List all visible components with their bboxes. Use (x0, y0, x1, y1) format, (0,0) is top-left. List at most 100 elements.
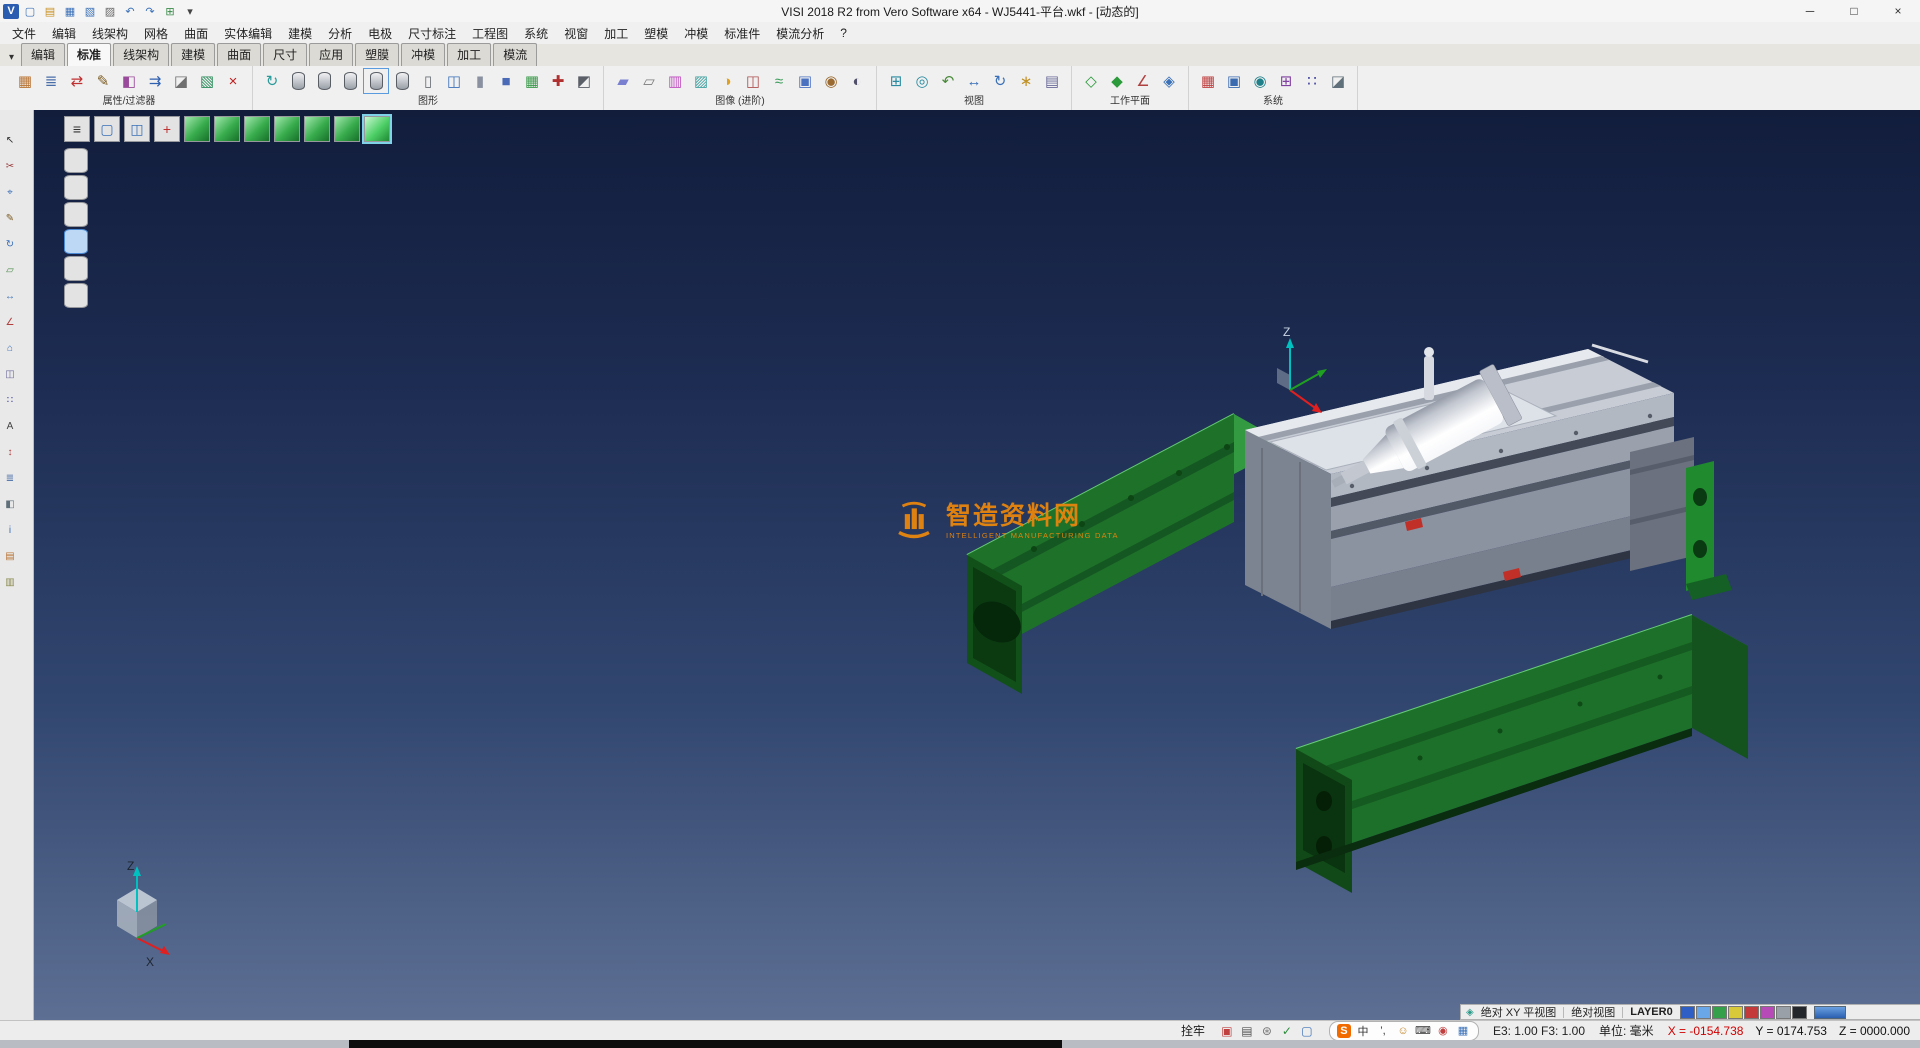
save-icon[interactable]: ▦ (61, 3, 79, 19)
color-swatch[interactable] (1760, 1006, 1775, 1019)
toolbox-icon[interactable]: ▦ (1455, 1024, 1471, 1038)
keyboard-icon[interactable]: ⌨ (1415, 1024, 1431, 1038)
sogou-logo[interactable]: S (1337, 1024, 1351, 1038)
green-mesh-icon[interactable]: ▦ (520, 69, 544, 93)
color-swatch[interactable] (1712, 1006, 1727, 1019)
properties-icon[interactable]: ▦ (13, 69, 37, 93)
snap-point-icon[interactable]: ⌖ (4, 186, 16, 199)
section-view-icon[interactable]: ◫ (741, 69, 765, 93)
workplane-origin-icon[interactable]: ◆ (1105, 69, 1129, 93)
move-tool-icon[interactable]: ↔ (4, 290, 16, 303)
model-rail-right[interactable] (1296, 615, 1748, 893)
tab-mold[interactable]: 塑膜 (355, 43, 399, 66)
filter-list-icon[interactable]: ≣ (39, 69, 63, 93)
print-status-icon[interactable]: ▤ (1239, 1023, 1255, 1039)
stack-menu-icon[interactable]: ≡ (64, 116, 90, 142)
tab-modeling[interactable]: 建模 (171, 43, 215, 66)
filter-wireframe-icon[interactable] (64, 148, 88, 173)
canvas-3d[interactable]: Z Z X ≡▢◫+ 智造资料网 INTELLIGE (34, 110, 1920, 1020)
tab-surface[interactable]: 曲面 (217, 43, 261, 66)
workplane-entity-icon[interactable]: ∠ (1131, 69, 1155, 93)
menu-item-machining[interactable]: 加工 (596, 25, 636, 42)
copy-attributes-icon[interactable]: ⇉ (143, 69, 167, 93)
angle-tool-icon[interactable]: ∠ (4, 316, 16, 329)
snap-settings-icon[interactable]: ⊞ (1274, 69, 1298, 93)
menu-item-window[interactable]: 视窗 (556, 25, 596, 42)
cylinder-hidden-icon[interactable] (338, 69, 362, 93)
redo-icon[interactable]: ↷ (141, 3, 159, 19)
menu-item-wireframe[interactable]: 线架构 (84, 25, 136, 42)
menu-item-file[interactable]: 文件 (4, 25, 44, 42)
emoji-icon[interactable]: ☺ (1395, 1024, 1411, 1038)
palette-icon[interactable]: ▤ (4, 550, 16, 563)
filter-surfaces-icon[interactable] (64, 256, 88, 281)
redraw-icon[interactable]: ∗ (1014, 69, 1038, 93)
tab-machining[interactable]: 加工 (447, 43, 491, 66)
tab-dimension[interactable]: 尺寸 (263, 43, 307, 66)
view-iso-sw-icon[interactable] (184, 116, 210, 142)
pan-view-icon[interactable]: ↔ (962, 69, 986, 93)
box-display-icon[interactable]: ▯ (416, 69, 440, 93)
layer-indicator[interactable]: LAYER0 (1630, 1006, 1672, 1018)
menu-item-dimension[interactable]: 尺寸标注 (400, 25, 464, 42)
text-tool-icon[interactable]: A (4, 420, 16, 433)
cylinder-shaded-icon[interactable] (364, 69, 388, 93)
filter-solids-icon[interactable] (64, 229, 88, 254)
view-top-icon[interactable] (244, 116, 270, 142)
snap-status-icon[interactable]: ▣ (1219, 1023, 1235, 1039)
wireframe-view-icon[interactable]: ▱ (637, 69, 661, 93)
select-arrow-icon[interactable]: ↖ (4, 134, 16, 147)
view-right-icon[interactable] (304, 116, 330, 142)
group-icon[interactable]: ◫ (442, 69, 466, 93)
model-bracket[interactable] (1686, 461, 1732, 600)
save-all-icon[interactable]: ▧ (81, 3, 99, 19)
tab-apply[interactable]: 应用 (309, 43, 353, 66)
trim-icon[interactable]: ✂ (4, 160, 16, 173)
swap-attributes-icon[interactable]: ⇄ (65, 69, 89, 93)
eraser-icon[interactable]: ◪ (169, 69, 193, 93)
zoom-all-icon[interactable]: ⊞ (884, 69, 908, 93)
qat-dropdown-icon[interactable]: ▾ (181, 3, 199, 19)
color-palette-icon[interactable]: ▦ (1196, 69, 1220, 93)
view-iso-se-icon[interactable] (214, 116, 240, 142)
open-file-icon[interactable]: ▤ (41, 3, 59, 19)
workplane-view-icon[interactable]: ◈ (1157, 69, 1181, 93)
tab-standard[interactable]: 标准 (67, 43, 111, 66)
minimize-button[interactable]: ─ (1788, 1, 1832, 22)
filter-curves-icon[interactable] (64, 202, 88, 227)
clipboard-icon[interactable]: ▥ (4, 576, 16, 589)
workplane-icon[interactable]: ◇ (1079, 69, 1103, 93)
menu-item-flow-analysis[interactable]: 模流分析 (768, 25, 832, 42)
render-icon[interactable]: ▣ (793, 69, 817, 93)
print-icon[interactable]: ▨ (101, 3, 119, 19)
menu-item-surface[interactable]: 曲面 (176, 25, 216, 42)
undo-icon[interactable]: ↶ (121, 3, 139, 19)
plane-tool-icon[interactable]: ▱ (4, 264, 16, 277)
menu-item-electrode[interactable]: 电极 (360, 25, 400, 42)
screen-status-icon[interactable]: ▢ (1299, 1023, 1315, 1039)
tile-window-icon[interactable]: ◫ (124, 116, 150, 142)
rainbow-shade-icon[interactable]: ▥ (663, 69, 687, 93)
array-tool-icon[interactable]: ∷ (4, 394, 16, 407)
material-icon[interactable]: ◉ (819, 69, 843, 93)
highlight-icon[interactable]: ◑ (715, 69, 739, 93)
color-swatch[interactable] (1680, 1006, 1695, 1019)
sketch-icon[interactable]: ✎ (4, 212, 16, 225)
view-iso-ne-icon[interactable] (364, 116, 390, 142)
info-icon[interactable]: i (4, 524, 16, 537)
maximize-button[interactable]: □ (1832, 1, 1876, 22)
color-swatch[interactable] (1776, 1006, 1791, 1019)
check-status-icon[interactable]: ✓ (1279, 1023, 1295, 1039)
web-icon[interactable]: ◉ (1248, 69, 1272, 93)
menu-item-solid-edit[interactable]: 实体编辑 (216, 25, 280, 42)
layers-icon[interactable]: ≣ (4, 472, 16, 485)
menu-item-mold[interactable]: 塑模 (636, 25, 676, 42)
absolute-view-label[interactable]: 绝对视图 (1571, 1004, 1615, 1020)
view-left-icon[interactable] (334, 116, 360, 142)
axes-toggle-icon[interactable]: + (154, 116, 180, 142)
cylinder-display-icon[interactable] (286, 69, 310, 93)
menu-item-analysis[interactable]: 分析 (320, 25, 360, 42)
cylinder-wireframe-icon[interactable] (312, 69, 336, 93)
grid-icon[interactable]: ⊞ (161, 3, 179, 19)
punctuation-icon[interactable]: ’, (1375, 1024, 1391, 1038)
